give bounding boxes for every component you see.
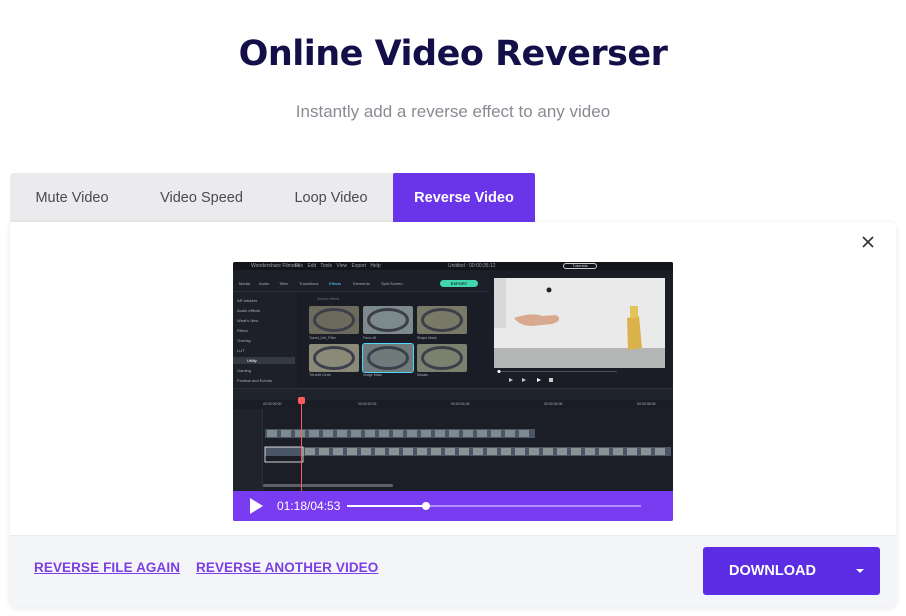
download-label: DOWNLOAD [729, 563, 816, 579]
panel-footer: REVERSE FILE AGAIN REVERSE ANOTHER VIDEO… [10, 535, 896, 607]
app-sidebar-item: LUT [237, 348, 245, 353]
app-playhead [301, 397, 302, 492]
app-timeline-scrollbar [263, 484, 393, 487]
app-preview-controls [489, 368, 673, 387]
effect-thumbnail [417, 344, 467, 372]
ruler-label: 00:00:04:04 [451, 402, 470, 406]
app-tool: Elements [353, 281, 370, 286]
effect-label: Mosaic [417, 373, 429, 377]
tab-mute-video[interactable]: Mute Video [10, 173, 134, 222]
app-sidebar-item: What's New [237, 318, 259, 323]
effect-thumbnail [309, 306, 359, 334]
result-panel: Wondershare Filmora File Edit Tools View… [10, 222, 896, 607]
reverse-file-again-link[interactable]: REVERSE FILE AGAIN [34, 560, 180, 575]
app-tool: Media [239, 281, 250, 286]
app-project: Untitled : 00:00:35:12 [448, 263, 496, 269]
effect-label: Travel_Life_Filter [309, 336, 336, 340]
effect-label: Tilt-shift Circle [309, 373, 332, 377]
caret-down-icon [856, 569, 864, 573]
app-timeline-tracks [233, 409, 673, 491]
close-icon [862, 236, 874, 248]
app-tool: Transitions [299, 281, 319, 286]
download-button[interactable]: DOWNLOAD [703, 547, 880, 595]
app-sidebar-item: Filters [237, 328, 248, 333]
app-sidebar-item: Overlay [237, 338, 251, 343]
effect-thumbnail [362, 343, 414, 373]
effect-thumbnail [309, 344, 359, 372]
app-menu: File Edit Tools View Export Help [295, 263, 381, 269]
player-seek-bar[interactable] [347, 505, 641, 507]
ruler-label: 00:00:06:06 [544, 402, 563, 406]
download-options-toggle[interactable] [840, 568, 880, 574]
effect-label: Image Mask [363, 373, 383, 377]
app-sidebar-item: Gaming [237, 368, 252, 373]
player-controls: 01:18/04:53 [233, 491, 673, 521]
tool-tabs: Mute Video Video Speed Loop Video Revers… [10, 173, 896, 222]
app-sidebar-item-active: Utility [233, 357, 295, 364]
video-player[interactable]: Wondershare Filmora File Edit Tools View… [233, 262, 673, 521]
app-track-headers [233, 409, 263, 491]
tab-video-speed[interactable]: Video Speed [134, 173, 269, 222]
effect-thumbnail [363, 306, 413, 334]
app-effects-grid: Search effects Travel_Life_Filter Face-o… [301, 292, 489, 387]
player-time: 01:18/04:53 [277, 499, 341, 513]
app-playhead-handle [298, 397, 305, 404]
close-button[interactable] [860, 234, 876, 250]
app-tool: Effects [329, 281, 342, 286]
app-titlebar: Wondershare Filmora File Edit Tools View… [233, 262, 673, 270]
timeline-clips [264, 429, 671, 463]
app-tool: Titles [279, 281, 289, 286]
app-sidebar-item: AR stickers [237, 298, 258, 303]
player-seek-handle[interactable] [422, 502, 431, 510]
ruler-label: 00:00:02:02 [358, 402, 377, 406]
app-search-field: Search effects [317, 297, 340, 301]
effect-label: Shape Mask [417, 336, 437, 340]
app-sidebar-item: Audio effects [237, 308, 261, 313]
app-tool: Audio [259, 281, 270, 286]
tab-loop-video[interactable]: Loop Video [269, 173, 393, 222]
effect-thumbnail [417, 306, 467, 334]
ruler-label: 00:00:00:00 [263, 402, 282, 406]
effect-label: Face-off [363, 336, 376, 340]
reverse-another-video-link[interactable]: REVERSE ANOTHER VIDEO [196, 560, 378, 575]
ruler-label: 00:00:08:08 [637, 402, 656, 406]
app-sidebar-item: Festival and Events [237, 378, 272, 383]
tab-reverse-video[interactable]: Reverse Video [393, 173, 535, 222]
page-subtitle: Instantly add a reverse effect to any vi… [295, 102, 611, 121]
app-playback-icons [497, 370, 617, 382]
app-sidebar: AR stickers Audio effects What's New Fil… [233, 292, 297, 387]
app-name: Wondershare Filmora [251, 263, 299, 269]
app-tool: Split Screen [381, 281, 403, 286]
preview-scene [494, 278, 665, 368]
app-tutorials: Tutorials [563, 263, 597, 269]
page-title: Online Video Reverser [238, 34, 668, 74]
app-preview-window [494, 278, 665, 368]
app-export-button: EXPORT [440, 280, 478, 287]
play-icon[interactable] [245, 495, 267, 517]
player-seek-progress [347, 505, 427, 507]
